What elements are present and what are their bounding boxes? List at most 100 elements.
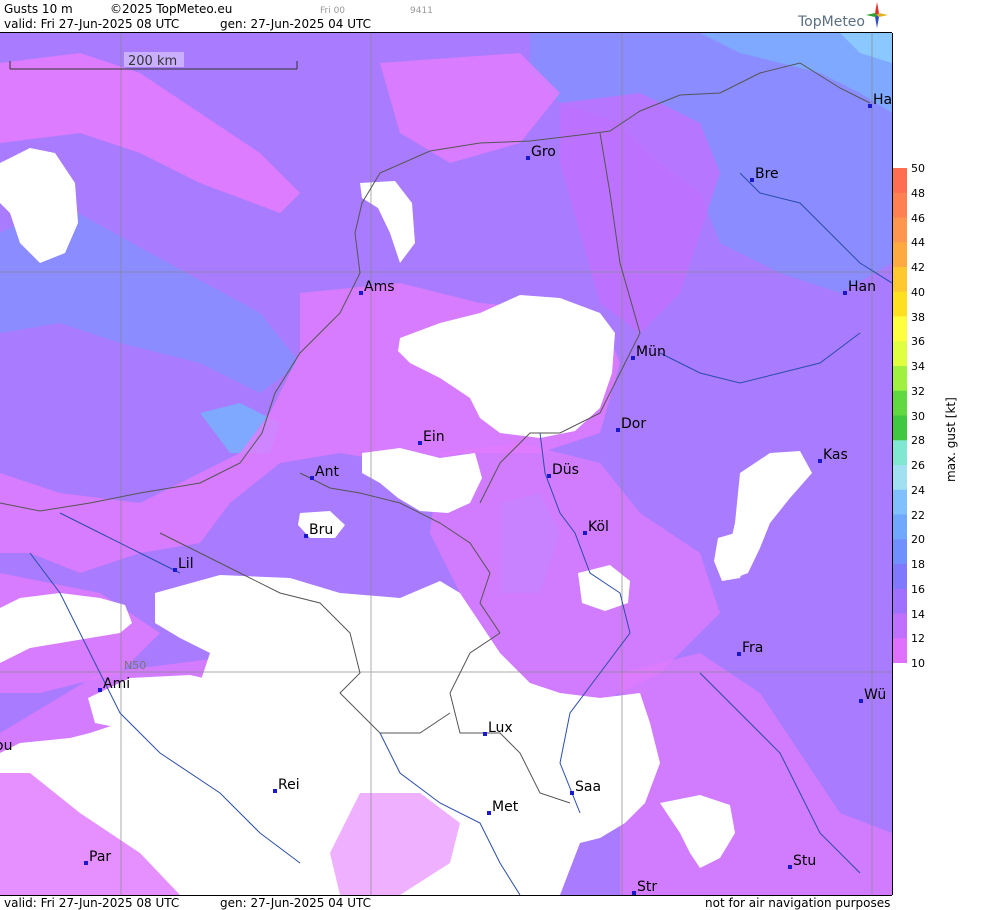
header-bar: Gusts 10 m ©2025 TopMeteo.eu Fri 00 9411… [0,0,892,33]
legend-tick-label: 20 [911,533,925,547]
city-marker-han: Han [843,279,876,295]
legend-swatch [893,465,907,491]
legend-swatch [893,242,907,268]
legend-tick-label: 44 [911,236,925,250]
legend-tick-label: 40 [911,285,925,299]
city-label: Fra [742,640,763,656]
city-dot [750,178,754,182]
legend-tick-label: 18 [911,558,925,571]
city-label: Mün [636,344,666,360]
city-marker-ami: Ami [98,676,130,692]
map-canvas: 200 km N50 Gro Bre Ha Ams Han Mün Dor Ein Düs Kas… [0,33,892,895]
city-dot [84,861,88,865]
legend-tick-label: 46 [911,211,925,225]
city-marker-bre: Bre [750,166,779,182]
city-dot [273,789,277,793]
city-marker-ams: Ams [359,279,395,295]
legend-swatch [893,341,907,367]
legend-swatch [893,588,907,614]
city-marker-kas: Kas [818,447,848,463]
scale-label: 200 km [128,54,177,69]
city-dot [859,699,863,703]
city-dot [631,356,635,360]
legend-tick-label: 10 [911,657,925,670]
legend-tick-label: 12 [911,632,925,646]
city-marker-düs: Düs [547,462,579,478]
legend-swatch [893,267,907,293]
legend-swatch [893,440,907,466]
city-label: Ams [364,279,395,295]
city-dot [526,156,530,160]
legend-tick-label: 30 [911,409,925,423]
legend-tick-label: 14 [911,607,925,621]
city-label: Bru [309,522,333,538]
city-dot [173,568,177,572]
legend-title: max. gust [kt] [944,397,958,482]
city-dot [570,791,574,795]
city-dot [359,291,363,295]
city-marker-ant: Ant [310,464,339,480]
time-code: Fri 00 [320,6,346,16]
city-label: Saa [575,779,601,795]
footer-bar: valid: Fri 27-Jun-2025 08 UTC gen: 27-Ju… [0,895,892,910]
footer-valid-time: valid: Fri 27-Jun-2025 08 UTC [4,896,180,910]
legend-swatch [893,514,907,540]
legend-tick-label: 32 [911,384,925,398]
run-code: 9411 [410,6,433,16]
legend-tick-label: 36 [911,335,925,349]
city-marker-lux: Lux [483,720,513,736]
legend-tick-label: 38 [911,310,925,324]
city-label: Par [89,849,111,865]
city-marker-gro: Gro [526,144,556,160]
legend-tick-label: 26 [911,459,925,472]
city-dot [547,474,551,478]
city-marker-dor: Dor [616,416,646,432]
legend-swatch [893,613,907,639]
lat-label: N50 [124,659,146,672]
city-dot [418,441,422,445]
city-label: Gro [531,144,556,160]
city-label: ou [0,738,12,754]
copyright: ©2025 TopMeteo.eu [110,2,233,16]
city-label: Lux [488,720,513,736]
city-dot [304,534,308,538]
city-marker-stu: Stu [788,853,816,869]
legend-swatch [893,366,907,392]
city-label: Wü [864,687,886,703]
gen-time: gen: 27-Jun-2025 04 UTC [220,17,372,31]
legend-swatch [893,291,907,317]
legend-tick-label: 28 [911,434,925,448]
city-label: Ha [873,92,892,108]
gust-map[interactable]: 200 km N50 Gro Bre Ha Ams Han Mün Dor Ein Düs Kas… [0,33,893,895]
legend-tick-label: 24 [911,483,925,497]
city-marker-saa: Saa [570,779,601,795]
legend-swatch [893,217,907,243]
city-label: Ami [103,676,130,692]
city-label: Ant [315,464,339,480]
city-label: Met [492,799,519,815]
legend-swatch [893,168,907,194]
city-dot [98,688,102,692]
city-marker-wü: Wü [859,687,886,703]
city-marker-met: Met [487,799,519,815]
city-label: Stu [793,853,816,869]
legend-swatch [893,564,907,590]
disclaimer: not for air navigation purposes [705,896,891,910]
city-label: Dor [621,416,646,432]
legend-tick-label: 16 [911,582,925,596]
legend-swatch [893,539,907,565]
legend-swatch [893,316,907,342]
legend-tick-label: 34 [911,360,925,373]
legend-swatch [893,192,907,218]
city-label: Kas [823,447,848,463]
valid-time: valid: Fri 27-Jun-2025 08 UTC [4,17,180,31]
city-dot [487,811,491,815]
city-label: Köl [588,519,609,535]
city-label: Lil [178,556,194,572]
city-dot [737,652,741,656]
city-label: Ein [423,429,445,445]
legend-swatch [893,638,907,663]
legend-swatch [893,415,907,441]
legend-tick-label: 48 [911,186,925,200]
city-marker-ou: ou [0,738,12,754]
